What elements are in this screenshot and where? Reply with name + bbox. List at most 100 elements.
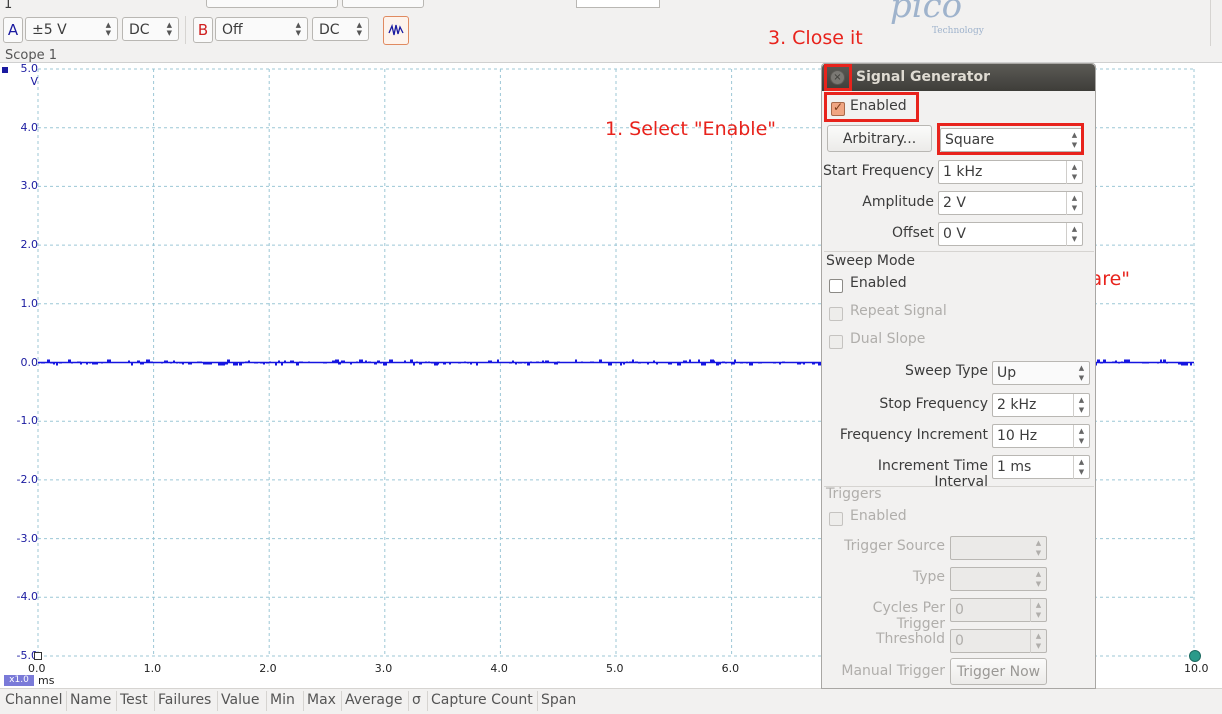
x-tick-label: 6.0 — [721, 662, 740, 675]
trace-noise — [281, 362, 283, 366]
spin-icon[interactable]: ▲ ▼ — [1073, 456, 1089, 479]
trace-noise — [263, 362, 265, 365]
trace-noise — [722, 361, 725, 363]
offset-field[interactable]: 0 V ▲ ▼ — [938, 222, 1083, 246]
column-header[interactable]: Channel — [5, 692, 62, 708]
trace-noise — [176, 362, 178, 364]
trace-noise — [725, 362, 727, 364]
trace-noise — [467, 362, 469, 364]
trace-noise — [683, 360, 687, 363]
amplitude-field[interactable]: 2 V ▲ ▼ — [938, 191, 1083, 215]
channel-a-button[interactable]: A — [3, 17, 23, 43]
trace-noise — [1097, 359, 1100, 363]
trace-noise — [716, 362, 719, 366]
column-header[interactable]: Test — [120, 692, 148, 708]
sweep-mode-label: Sweep Mode — [826, 253, 916, 269]
timebase-field[interactable] — [576, 0, 660, 8]
samples-combo[interactable] — [342, 0, 424, 8]
arbitrary-button[interactable]: Arbitrary... — [827, 125, 932, 152]
trace-noise — [581, 361, 583, 363]
y-tick-label: 4.0 — [20, 120, 39, 134]
dual-slope-checkbox[interactable] — [829, 335, 843, 349]
dialog-title: Signal Generator — [856, 69, 991, 85]
channel-b-coupling-select[interactable]: DC ▲ ▼ — [312, 17, 369, 41]
trace-noise — [164, 360, 168, 363]
threshold-field[interactable]: 0 ▲ ▼ — [950, 629, 1047, 653]
sweep-enabled-checkbox[interactable] — [829, 279, 843, 293]
trace-noise — [689, 359, 691, 363]
start-frequency-field[interactable]: 1 kHz ▲ ▼ — [938, 160, 1083, 184]
channel-a-coupling-select[interactable]: DC ▲ ▼ — [122, 17, 179, 41]
spin-icon[interactable]: ▲ ▼ — [1066, 223, 1082, 246]
zoom-badge[interactable]: x1.0 — [4, 675, 34, 686]
trace-noise — [749, 362, 753, 366]
trace-noise — [290, 360, 294, 363]
trace-noise — [1124, 359, 1127, 363]
column-header[interactable]: Max — [307, 692, 336, 708]
trigger-marker[interactable] — [34, 652, 42, 660]
channel-b-button[interactable]: B — [193, 17, 213, 43]
sweep-type-value: Up — [997, 365, 1017, 381]
stop-frequency-field[interactable]: 2 kHz ▲ ▼ — [992, 393, 1090, 417]
column-header[interactable]: σ — [412, 692, 421, 708]
x-tick-label: 4.0 — [490, 662, 508, 675]
collection-combo[interactable] — [206, 0, 338, 8]
trigger-enabled-checkbox[interactable] — [829, 512, 843, 526]
dialog-titlebar[interactable]: × Signal Generator — [822, 64, 1095, 91]
increment-time-field[interactable]: 1 ms ▲ ▼ — [992, 455, 1090, 479]
spin-icon[interactable]: ▲ ▼ — [1066, 161, 1082, 184]
trace-noise — [182, 362, 184, 365]
updown-icon: ▲ ▼ — [356, 21, 362, 37]
column-header[interactable]: Name — [70, 692, 111, 708]
trace-noise — [1184, 362, 1188, 366]
trace-noise — [530, 361, 532, 363]
threshold-value: 0 — [955, 633, 964, 649]
trace-noise — [359, 359, 363, 363]
column-header[interactable]: Value — [221, 692, 259, 708]
trigger-now-button[interactable]: Trigger Now — [950, 658, 1047, 685]
trace-noise — [278, 360, 280, 363]
x-tick-label: 3.0 — [374, 662, 393, 675]
waveform-icon — [388, 23, 404, 36]
toolbar: 1 A ±5 V ▲ ▼ DC ▲ ▼ B Off ▲ ▼ DC ▲ ▼ pico Te… — [0, 0, 1222, 46]
frequency-increment-field[interactable]: 10 Hz ▲ ▼ — [992, 424, 1090, 448]
trace-noise — [161, 362, 163, 364]
channel-a-range-select[interactable]: ±5 V ▲ ▼ — [25, 17, 118, 41]
sweep-type-select[interactable]: Up ▲ ▼ — [992, 361, 1090, 385]
spin-icon[interactable]: ▲ ▼ — [1073, 394, 1089, 417]
trace-noise — [419, 362, 422, 365]
trace-noise — [545, 360, 549, 363]
spin-icon[interactable]: ▲ ▼ — [1030, 599, 1046, 622]
column-header[interactable]: Failures — [158, 692, 211, 708]
channel-b-range-value: Off — [222, 22, 243, 38]
highlight-enabled — [824, 92, 919, 122]
signal-generator-button[interactable] — [383, 16, 409, 45]
trace-noise — [389, 359, 393, 363]
spin-icon[interactable]: ▲ ▼ — [1030, 630, 1046, 653]
column-header[interactable]: Min — [270, 692, 295, 708]
trace-noise — [269, 361, 271, 363]
column-separator — [116, 691, 117, 711]
highlight-close — [824, 64, 852, 91]
spin-icon[interactable]: ▲ ▼ — [1073, 425, 1089, 448]
trace-noise — [296, 362, 299, 366]
cycles-per-trigger-field[interactable]: 0 ▲ ▼ — [950, 598, 1047, 622]
column-header[interactable]: Average — [345, 692, 403, 708]
trace-noise — [188, 362, 192, 365]
sweep-group-border — [824, 251, 1094, 252]
ruler-handle[interactable] — [1189, 650, 1201, 662]
trace-noise — [1190, 362, 1192, 366]
trace-noise — [512, 360, 514, 363]
spin-icon[interactable]: ▲ ▼ — [1066, 192, 1082, 215]
trace-noise — [254, 362, 258, 364]
repeat-signal-checkbox[interactable] — [829, 307, 843, 321]
trace-noise — [425, 361, 427, 363]
trace-noise — [233, 362, 236, 366]
trace-noise — [782, 361, 785, 363]
column-header[interactable]: Capture Count — [431, 692, 533, 708]
column-header[interactable]: Span — [541, 692, 576, 708]
trigger-source-select[interactable]: ▲ ▼ — [950, 536, 1047, 560]
channel-b-range-select[interactable]: Off ▲ ▼ — [215, 17, 308, 41]
trigger-type-select[interactable]: ▲ ▼ — [950, 567, 1047, 591]
y-tick-label: -1.0 — [16, 414, 38, 428]
